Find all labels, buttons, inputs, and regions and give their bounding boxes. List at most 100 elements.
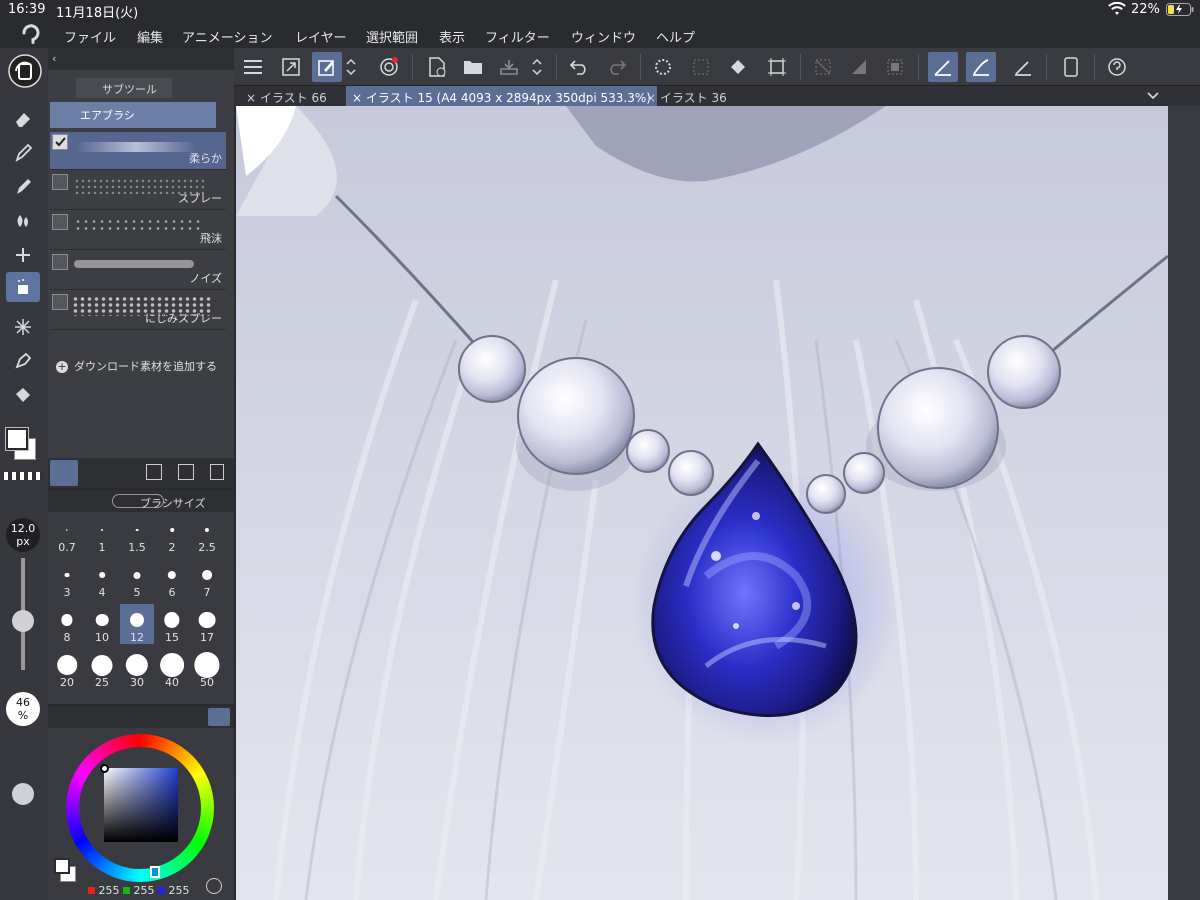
checkbox-icon[interactable] [52, 214, 68, 230]
menu-edit[interactable]: 編集 [137, 27, 163, 46]
subtool-tab[interactable]: サブツール [76, 78, 172, 98]
brush-size-option-2[interactable]: 2 [155, 514, 189, 554]
brush-size-option-17[interactable]: 17 [190, 604, 224, 644]
brush-size-option-8[interactable]: 8 [50, 604, 84, 644]
hamburger-menu-icon[interactable] [238, 52, 268, 82]
brush-size-option-12[interactable]: 12 [120, 604, 154, 644]
grid-snap-icon[interactable] [1008, 52, 1038, 82]
tool-column: 12.0 px 46 % [0, 48, 48, 900]
brush-size-option-15[interactable]: 15 [155, 604, 189, 644]
record-icon[interactable] [374, 52, 404, 82]
subtool-item-noise[interactable]: ノイズ [50, 252, 226, 290]
airbrush-tool-icon[interactable] [6, 272, 40, 302]
subtool-header: ‹ [48, 48, 234, 70]
menu-window[interactable]: ウィンドウ [571, 27, 636, 46]
open-folder-icon[interactable] [458, 52, 488, 82]
brush-size-option-30[interactable]: 30 [120, 649, 154, 689]
brush-size-option-10[interactable]: 10 [85, 604, 119, 644]
ruler-special-icon[interactable] [966, 52, 996, 82]
brush-size-label: 6 [168, 586, 176, 599]
chevron-down-icon[interactable] [208, 708, 230, 726]
duplicate-icon[interactable] [178, 464, 194, 480]
brush-size-option-1[interactable]: 1 [85, 514, 119, 554]
play-icon[interactable] [206, 878, 222, 894]
download-icon[interactable] [146, 464, 162, 480]
deselect-icon[interactable] [808, 52, 838, 82]
opacity-slider-handle[interactable] [12, 783, 34, 805]
fill-tool-icon[interactable] [6, 380, 40, 410]
brush-size-option-40[interactable]: 40 [155, 649, 189, 689]
loading-icon[interactable] [648, 52, 678, 82]
vector-pen-icon[interactable] [6, 346, 40, 376]
undo-icon[interactable] [564, 52, 594, 82]
color-swatch-small[interactable] [52, 856, 82, 886]
expand-icon[interactable] [276, 52, 306, 82]
brush-size-option-5[interactable]: 5 [120, 559, 154, 599]
clear-icon[interactable] [686, 52, 716, 82]
redo-icon[interactable] [602, 52, 632, 82]
menu-selection[interactable]: 選択範囲 [366, 27, 418, 46]
tab-illust-36[interactable]: × イラスト 36 [640, 86, 733, 106]
menu-view[interactable]: 表示 [439, 27, 465, 46]
sync-icon[interactable] [8, 54, 42, 88]
trash-icon[interactable] [210, 464, 224, 480]
transparent-swatch[interactable] [4, 472, 44, 480]
subtool-group-label: エアブラシ [80, 109, 135, 122]
subtool-item-spray[interactable]: スプレー [50, 172, 226, 210]
brush-size-slider-handle[interactable] [12, 610, 34, 632]
brush-size-option-1.5[interactable]: 1.5 [120, 514, 154, 554]
new-file-icon[interactable] [422, 52, 452, 82]
decoration-tool-icon[interactable] [6, 240, 40, 270]
checkbox-icon[interactable] [52, 294, 68, 310]
menu-help[interactable]: ヘルプ [656, 27, 695, 46]
brush-size-option-2.5[interactable]: 2.5 [190, 514, 224, 554]
saturation-value-square[interactable] [100, 764, 178, 842]
brush-size-option-3[interactable]: 3 [50, 559, 84, 599]
color-swatch[interactable] [4, 426, 44, 466]
collapse-icon[interactable]: ‹ [52, 52, 56, 65]
eraser-tool-icon[interactable] [6, 104, 40, 134]
brush-size-option-4[interactable]: 4 [85, 559, 119, 599]
subtool-item-splash[interactable]: 飛沫 [50, 212, 226, 250]
pencil-tool-icon[interactable] [6, 172, 40, 202]
brush-size-option-20[interactable]: 20 [50, 649, 84, 689]
fill-bucket-icon[interactable] [724, 52, 754, 82]
brush-size-option-7[interactable]: 7 [190, 559, 224, 599]
app-logo-icon[interactable] [20, 24, 42, 46]
help-icon[interactable] [1102, 52, 1132, 82]
menu-animation[interactable]: アニメーション [182, 27, 272, 46]
brush-size-option-0.7[interactable]: 0.7 [50, 514, 84, 554]
subtool-item-soft[interactable]: 柔らか [50, 132, 226, 170]
menu-filter[interactable]: フィルター [485, 27, 550, 46]
chevron-updown-icon[interactable] [342, 52, 360, 82]
subtool-item-blur-spray[interactable]: にじみスプレー [50, 292, 226, 330]
brush-size-option-25[interactable]: 25 [85, 649, 119, 689]
device-icon[interactable] [1056, 52, 1086, 82]
menu-file[interactable]: ファイル [64, 27, 116, 46]
checkbox-checked-icon[interactable] [52, 134, 68, 150]
checkbox-icon[interactable] [52, 174, 68, 190]
add-material-link[interactable]: + ダウンロード素材を追加する [56, 358, 217, 374]
chevron-down-icon[interactable] [1146, 86, 1160, 104]
invert-selection-icon[interactable] [844, 52, 874, 82]
quick-access-icon[interactable] [312, 52, 342, 82]
hue-ring-handle[interactable] [150, 866, 160, 878]
subtool-group-airbrush[interactable]: エアブラシ [50, 102, 216, 128]
watercolor-tool-icon[interactable] [6, 206, 40, 236]
tab-illust-15[interactable]: × イラスト 15 (A4 4093 x 2894px 350dpi 533.3… [346, 86, 657, 106]
tab-illust-66[interactable]: × イラスト 66 [240, 86, 333, 106]
menu-layer[interactable]: レイヤー [295, 27, 347, 46]
transform-icon[interactable] [762, 52, 792, 82]
pen-tool-icon[interactable] [6, 138, 40, 168]
brush-size-option-6[interactable]: 6 [155, 559, 189, 599]
drawing-canvas[interactable] [236, 106, 1168, 900]
brush-size-option-50[interactable]: 50 [190, 649, 224, 689]
ruler-snap-icon[interactable] [928, 52, 958, 82]
selection-border-icon[interactable] [880, 52, 910, 82]
layer-settings-icon[interactable] [50, 460, 78, 486]
save-icon[interactable] [494, 52, 524, 82]
add-material-label: ダウンロード素材を追加する [74, 360, 217, 373]
chevron-updown-icon[interactable] [528, 52, 546, 82]
effect-tool-icon[interactable] [6, 312, 40, 342]
checkbox-icon[interactable] [52, 254, 68, 270]
